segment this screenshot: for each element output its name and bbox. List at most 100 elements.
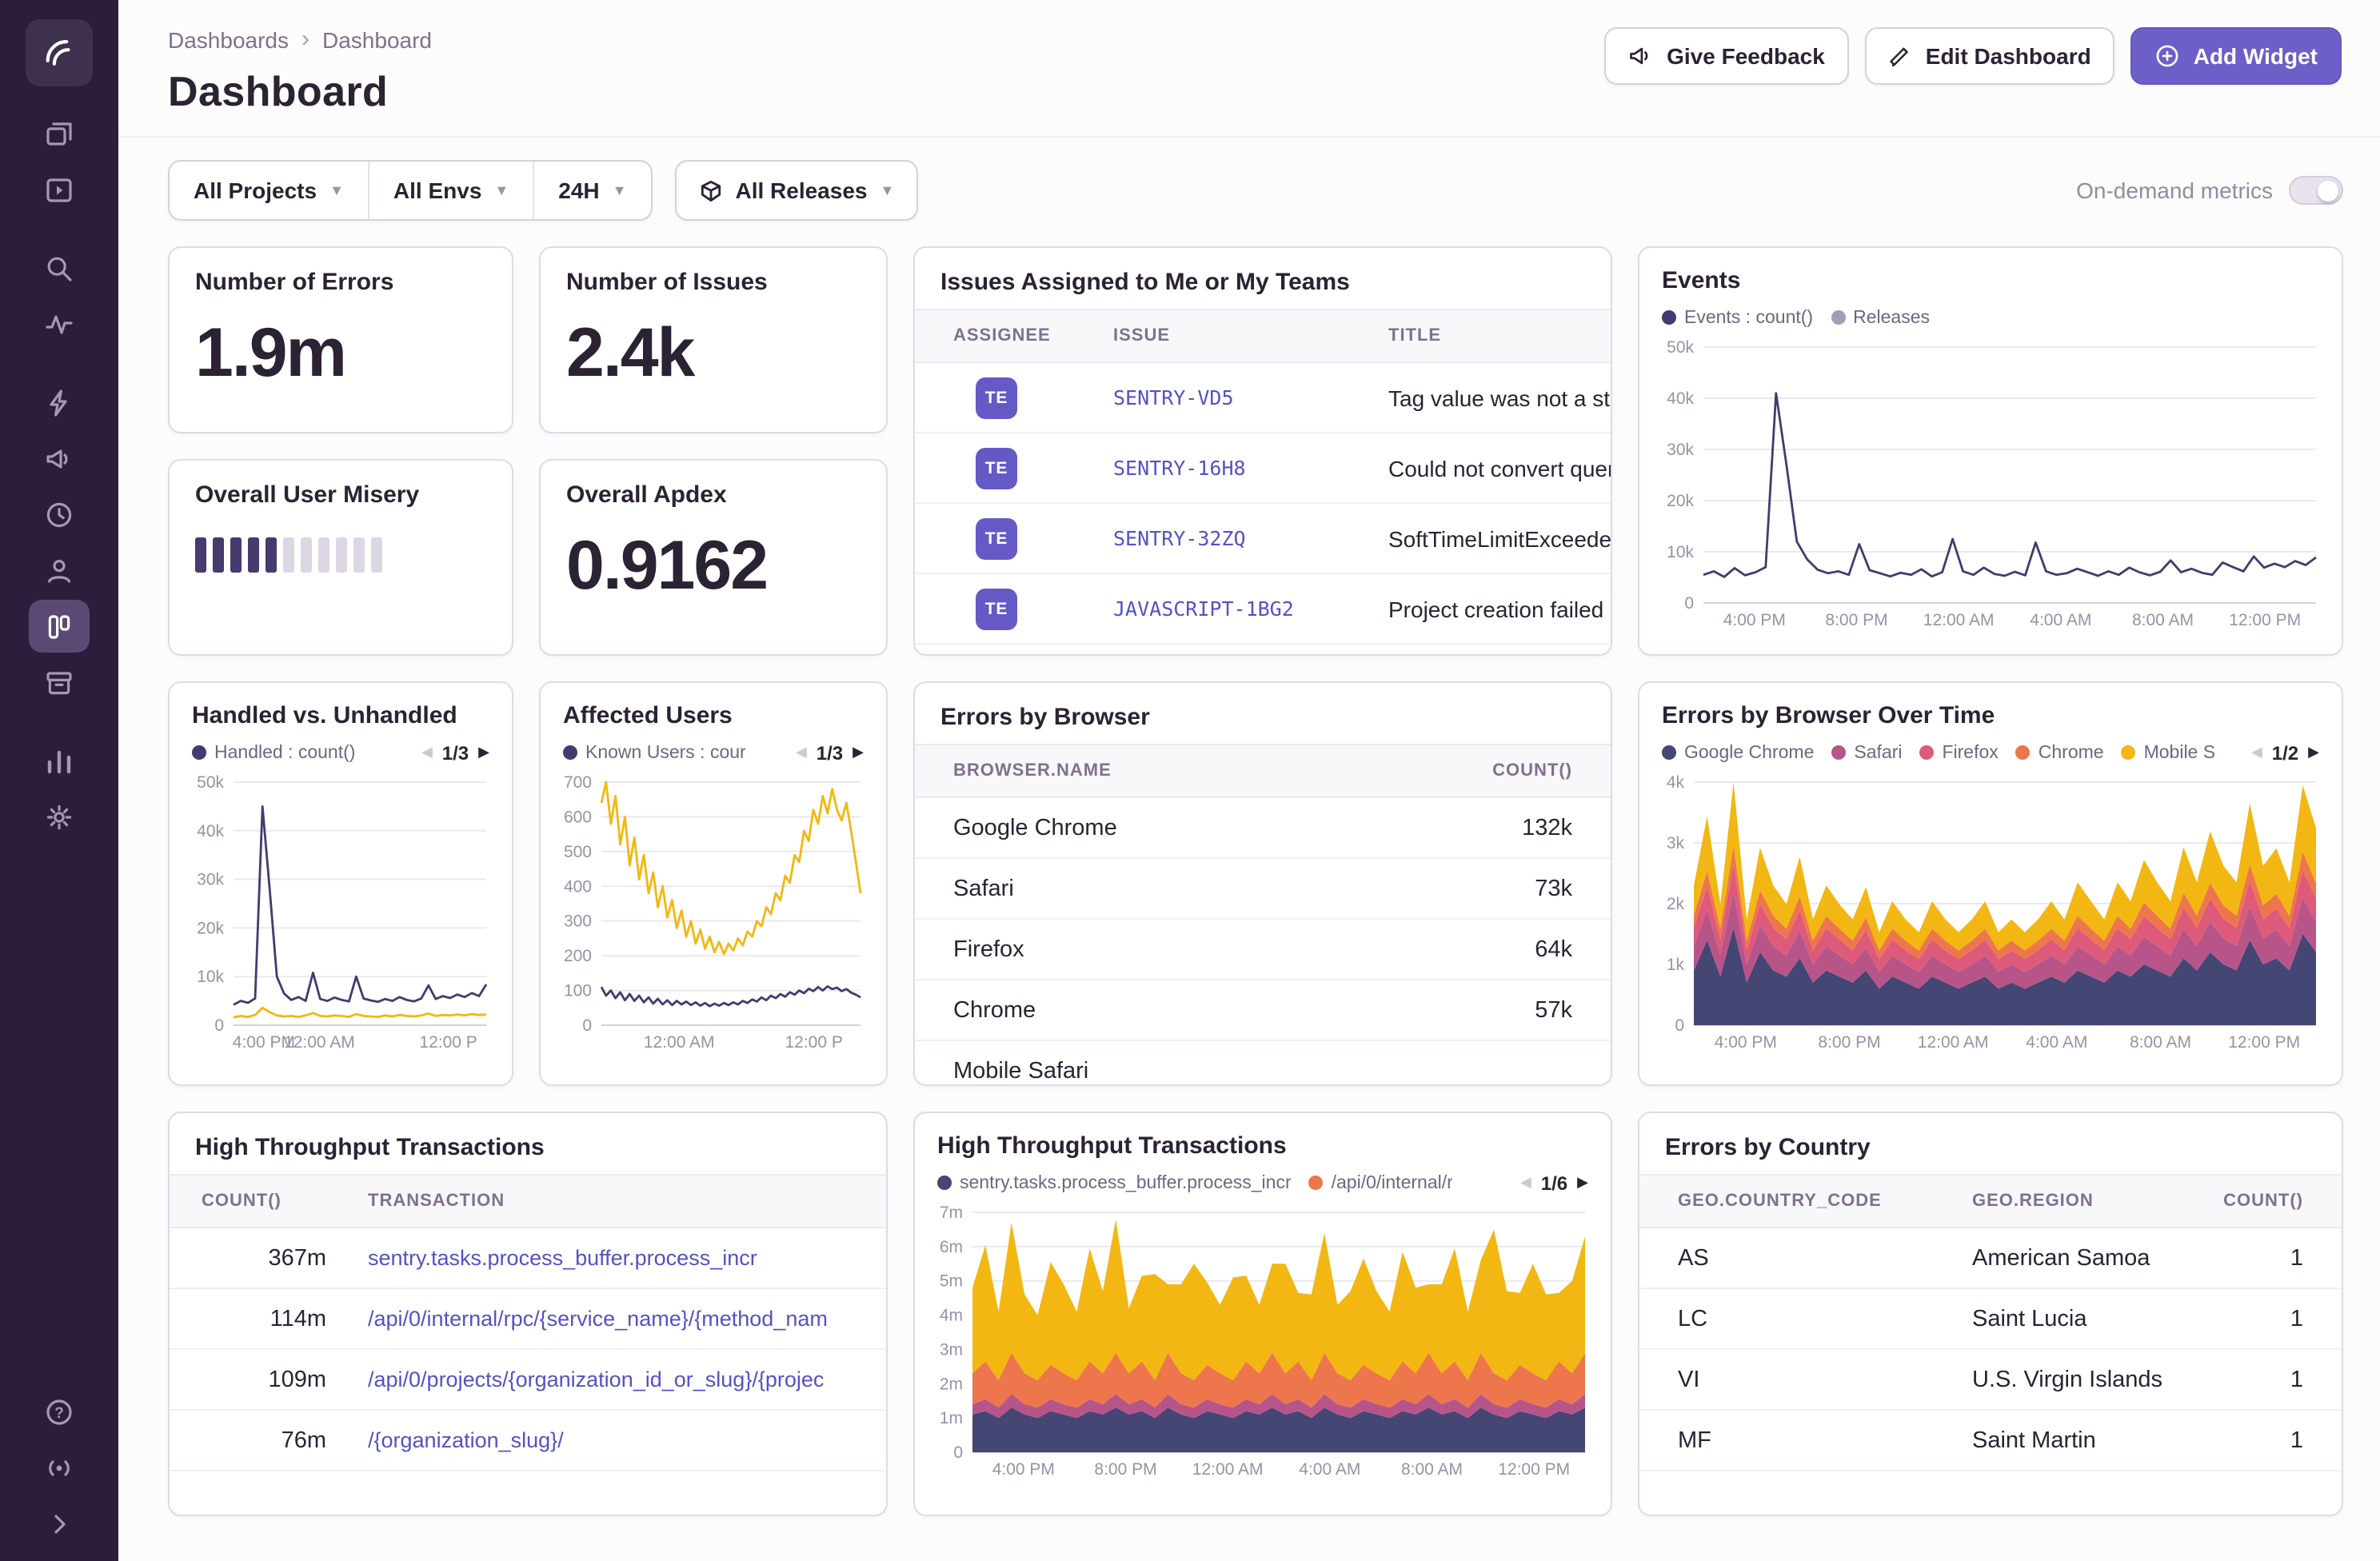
next-page-button[interactable]: ▶ <box>2308 744 2319 761</box>
assignee-avatar: TE <box>976 588 1017 629</box>
give-feedback-button[interactable]: Give Feedback <box>1604 27 1849 85</box>
legend-item[interactable]: /api/0/internal/r <box>1309 1173 1453 1192</box>
svg-text:6m: 6m <box>940 1238 963 1256</box>
sidebar-item-dashboards[interactable] <box>29 600 90 653</box>
sidebar-item-traces[interactable] <box>29 297 90 350</box>
breadcrumb: Dashboards › Dashboard <box>168 26 432 53</box>
date-range-filter[interactable]: 24H▼ <box>534 162 650 219</box>
misery-score-bar <box>170 509 512 573</box>
issue-link[interactable]: SENTRY-VD5 <box>1113 385 1388 409</box>
transaction-link[interactable]: /api/0/internal/rpc/{service_name}/{meth… <box>368 1307 857 1331</box>
table-row[interactable]: 367msentry.tasks.process_buffer.process_… <box>170 1228 886 1289</box>
table-row[interactable]: 76m/{organization_slug}/ <box>170 1411 886 1471</box>
sidebar-item-stats[interactable] <box>29 734 90 787</box>
events-chart[interactable]: 010k20k30k40k50k4:00 PM8:00 PM12:00 AM4:… <box>1646 334 2332 632</box>
legend-item[interactable]: Mobile S <box>2122 743 2216 762</box>
browser-name: Chrome <box>953 997 1396 1023</box>
legend-item[interactable]: Safari <box>1831 743 1902 762</box>
issue-link[interactable]: SENTRY-32ZQ <box>1113 526 1388 550</box>
legend-dot <box>192 745 206 760</box>
affected-users-chart[interactable]: 010020030040050060070012:00 AM12:00 P <box>547 769 877 1054</box>
environment-filter[interactable]: All Envs▼ <box>369 162 534 219</box>
breadcrumb-dashboards-link[interactable]: Dashboards <box>168 26 289 52</box>
table-row[interactable]: TESENTRY-32ZQSoftTimeLimitExceeded <box>915 504 1611 574</box>
table-row[interactable]: TEJAVASCRIPT-1BG2Project creation failed <box>915 574 1611 645</box>
handled-chart[interactable]: 010k20k30k40k50k4:00 PM12:00 AM12:00 P <box>176 769 502 1054</box>
sidebar-item-explore[interactable] <box>29 163 90 216</box>
table-row[interactable]: TESENTRY-16H8Could not convert query <box>915 433 1611 504</box>
legend-item[interactable]: Handled : count() <box>192 743 355 762</box>
transaction-link[interactable]: /{organization_slug}/ <box>368 1428 857 1452</box>
prev-page-button[interactable]: ◀ <box>796 744 807 761</box>
svg-text:4k: 4k <box>1667 773 1685 792</box>
sidebar-item-profiling[interactable] <box>29 544 90 597</box>
help-button[interactable]: ? <box>29 1385 90 1438</box>
table-row[interactable]: 109m/api/0/projects/{organization_id_or_… <box>170 1350 886 1411</box>
legend-item[interactable]: sentry.tasks.process_buffer.process_incr <box>937 1173 1292 1192</box>
collapse-sidebar-button[interactable] <box>29 1497 90 1550</box>
chevron-down-icon: ▼ <box>613 182 627 198</box>
legend-item[interactable]: Firefox <box>1919 743 1998 762</box>
legend-item[interactable]: Events : count() <box>1662 308 1813 327</box>
on-demand-metrics-toggle[interactable] <box>2289 176 2343 205</box>
table-row[interactable]: 114m/api/0/internal/rpc/{service_name}/{… <box>170 1289 886 1350</box>
svg-text:1m: 1m <box>940 1409 963 1427</box>
widget-number-of-issues: Number of Issues 2.4k <box>539 246 888 433</box>
errors-by-browser-chart[interactable]: 01k2k3k4k4:00 PM8:00 PM12:00 AM4:00 AM8:… <box>1646 769 2332 1054</box>
prev-page-button[interactable]: ◀ <box>1520 1174 1531 1192</box>
table-row[interactable]: Mobile Safari <box>915 1041 1611 1086</box>
widget-title: Events <box>1662 267 2319 294</box>
svg-text:4:00 AM: 4:00 AM <box>2026 1033 2087 1052</box>
sidebar-item-alerts[interactable] <box>29 376 90 429</box>
traces-icon <box>43 308 75 340</box>
sidebar-item-projects[interactable] <box>29 107 90 160</box>
add-widget-button[interactable]: Add Widget <box>2131 27 2342 85</box>
releases-filter[interactable]: All Releases ▼ <box>674 160 918 221</box>
table-row[interactable]: TESENTRY-VD5Tag value was not a strin <box>915 363 1611 433</box>
sidebar-item-replays[interactable] <box>29 488 90 541</box>
table-row[interactable]: Google Chrome132k <box>915 798 1611 859</box>
legend-item[interactable]: Known Users : cour <box>563 743 746 762</box>
table-row[interactable]: MFSaint Martin1 <box>1639 1411 2342 1471</box>
table-row[interactable]: Chrome57k <box>915 980 1611 1041</box>
project-filter[interactable]: All Projects▼ <box>170 162 369 219</box>
sidebar-item-feedback[interactable] <box>29 432 90 485</box>
table-header: browser.name count() <box>915 744 1611 798</box>
legend-item[interactable]: Chrome <box>2016 743 2104 762</box>
prev-page-button[interactable]: ◀ <box>421 744 433 761</box>
table-row[interactable]: ASAmerican Samoa1 <box>1639 1228 2342 1289</box>
sidebar-item-search[interactable] <box>29 242 90 294</box>
legend-item[interactable]: Releases <box>1831 308 1930 327</box>
sidebar-item-settings[interactable] <box>29 790 90 843</box>
projects-icon <box>43 118 75 150</box>
table-row[interactable]: VIU.S. Virgin Islands1 <box>1639 1350 2342 1411</box>
issue-link[interactable]: JAVASCRIPT-1BG2 <box>1113 597 1388 621</box>
widget-title: Errors by Browser <box>915 683 1611 731</box>
table-row[interactable]: Firefox64k <box>915 920 1611 980</box>
table-row[interactable]: Safari73k <box>915 859 1611 920</box>
column-header: transaction <box>368 1192 857 1211</box>
sentry-logo[interactable] <box>26 19 93 86</box>
next-page-button[interactable]: ▶ <box>1577 1174 1588 1192</box>
whats-new-button[interactable] <box>29 1441 90 1494</box>
chart-legend: sentry.tasks.process_buffer.process_incr… <box>937 1169 1588 1196</box>
prev-page-button[interactable]: ◀ <box>2251 744 2262 761</box>
transaction-link[interactable]: /api/0/projects/{organization_id_or_slug… <box>368 1367 857 1391</box>
next-page-button[interactable]: ▶ <box>478 744 489 761</box>
issue-link[interactable]: SENTRY-16H8 <box>1113 456 1388 480</box>
table-row[interactable]: LCSaint Lucia1 <box>1639 1289 2342 1350</box>
legend-item[interactable]: Google Chrome <box>1662 743 1814 762</box>
column-header: count() <box>2191 1192 2303 1211</box>
svg-text:12:00 AM: 12:00 AM <box>1192 1460 1264 1479</box>
high-throughput-chart[interactable]: 01m2m3m4m5m6m7m4:00 PM8:00 PM12:00 AM4:0… <box>921 1200 1601 1481</box>
misery-bar <box>371 537 382 573</box>
main-area: Dashboards › Dashboard Dashboard Give Fe… <box>118 0 2380 1561</box>
region-name: Saint Martin <box>1972 1427 2191 1453</box>
on-demand-metrics-label: On-demand metrics <box>2076 178 2273 203</box>
edit-dashboard-button[interactable]: Edit Dashboard <box>1865 27 2115 85</box>
dashboards-icon <box>43 610 75 642</box>
transaction-link[interactable]: sentry.tasks.process_buffer.process_incr <box>368 1246 857 1270</box>
sidebar-item-releases[interactable] <box>29 656 90 709</box>
next-page-button[interactable]: ▶ <box>853 744 864 761</box>
pencil-icon <box>1889 44 1913 68</box>
